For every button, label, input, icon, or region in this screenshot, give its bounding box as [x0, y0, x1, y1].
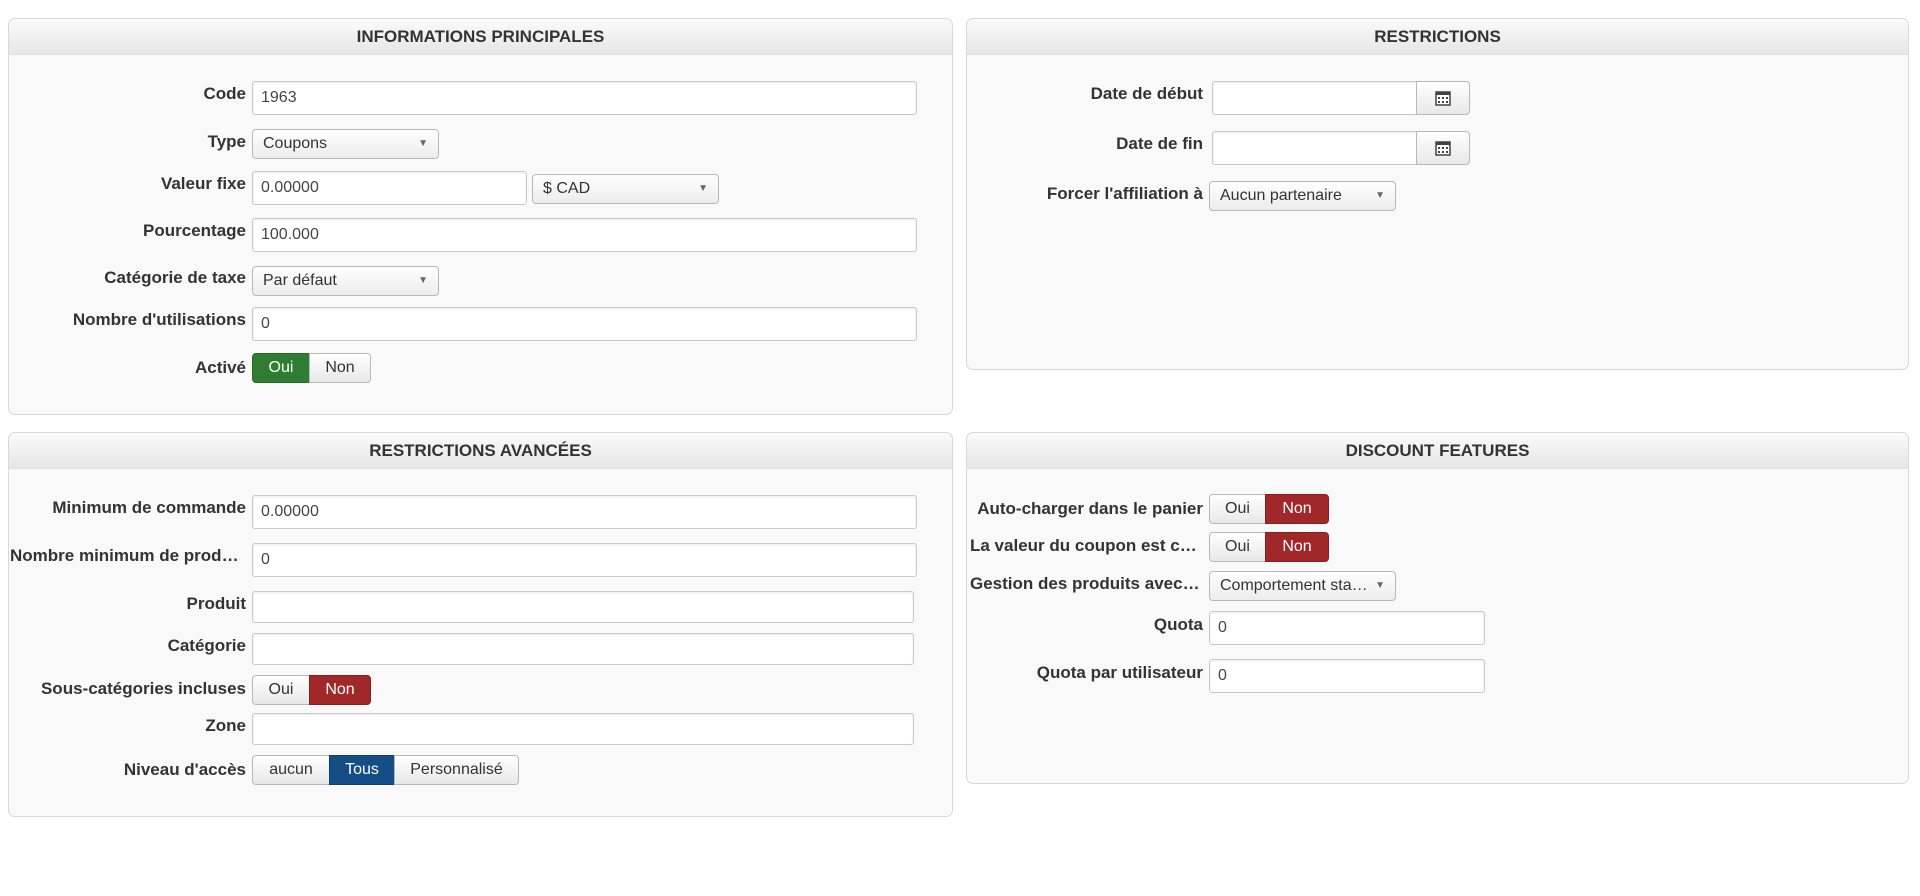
percentage-label: Pourcentage: [143, 221, 246, 240]
tax-category-select[interactable]: Par défaut ▼: [252, 266, 439, 296]
zone-label: Zone: [205, 716, 246, 735]
panel-main-info: INFORMATIONS PRINCIPALES: [8, 18, 953, 415]
category-field[interactable]: [252, 633, 914, 665]
auto-cart-no-button[interactable]: Non: [1265, 494, 1329, 524]
active-no-button[interactable]: Non: [309, 353, 371, 383]
currency-select[interactable]: $ CAD ▼: [532, 174, 719, 204]
coupon-value-label: La valeur du coupon est cumulable: [970, 536, 1203, 555]
calendar-icon: [1435, 141, 1451, 156]
panel-title: RESTRICTIONS: [967, 19, 1908, 55]
product-management-select[interactable]: Comportement standard ▼: [1209, 571, 1396, 601]
quota-per-user-field[interactable]: 0: [1209, 659, 1485, 693]
access-level-none-button[interactable]: aucun: [252, 755, 330, 785]
auto-cart-yes-button[interactable]: Oui: [1209, 494, 1266, 524]
min-products-field[interactable]: 0: [252, 543, 917, 577]
product-management-label: Gestion des produits avec remise: [970, 574, 1203, 593]
product-label: Produit: [186, 594, 247, 613]
type-label: Type: [207, 132, 246, 151]
quota-field[interactable]: 0: [1209, 611, 1485, 645]
coupon-value-no-button[interactable]: Non: [1265, 532, 1329, 562]
start-date-calendar-button[interactable]: [1416, 81, 1470, 115]
code-field[interactable]: 1963: [252, 81, 917, 115]
subcategories-no-button[interactable]: Non: [309, 675, 371, 705]
percentage-field[interactable]: 100.000: [252, 218, 917, 252]
end-date-calendar-button[interactable]: [1416, 131, 1470, 165]
uses-label: Nombre d'utilisations: [72, 310, 246, 329]
start-date-label: Date de début: [1090, 84, 1203, 103]
chevron-down-icon: ▼: [418, 138, 428, 149]
min-products-label: Nombre minimum de produits: [10, 546, 246, 565]
access-level-custom-button[interactable]: Personnalisé: [394, 755, 519, 785]
subcategories-label: Sous-catégories incluses: [40, 679, 246, 698]
start-date-field[interactable]: [1212, 81, 1418, 115]
fixed-value-field[interactable]: 0.00000: [252, 171, 527, 205]
end-date-field[interactable]: [1212, 131, 1418, 165]
affiliation-select[interactable]: Aucun partenaire ▼: [1209, 181, 1396, 211]
type-select[interactable]: Coupons ▼: [252, 129, 439, 159]
min-order-field[interactable]: 0.00000: [252, 495, 917, 529]
calendar-icon: [1435, 91, 1451, 106]
type-select-value: Coupons: [263, 135, 328, 152]
category-label: Catégorie: [167, 636, 246, 655]
quota-label: Quota: [1153, 615, 1203, 634]
chevron-down-icon: ▼: [1375, 190, 1385, 201]
product-management-select-value: Comportement standard: [1220, 577, 1393, 594]
quota-per-user-label: Quota par utilisateur: [1036, 663, 1203, 682]
active-yes-button[interactable]: Oui: [252, 353, 310, 383]
coupon-value-yes-button[interactable]: Oui: [1209, 532, 1266, 562]
end-date-label: Date de fin: [1116, 134, 1203, 153]
zone-field[interactable]: [252, 713, 914, 745]
access-level-all-button[interactable]: Tous: [329, 755, 395, 785]
tax-category-label: Catégorie de taxe: [104, 268, 246, 287]
auto-cart-label: Auto-charger dans le panier: [977, 499, 1203, 518]
chevron-down-icon: ▼: [698, 183, 708, 194]
access-level-label: Niveau d'accès: [123, 760, 246, 779]
active-label: Activé: [194, 358, 246, 377]
chevron-down-icon: ▼: [1375, 580, 1385, 591]
code-label: Code: [203, 84, 247, 103]
subcategories-yes-button[interactable]: Oui: [252, 675, 310, 705]
fixed-value-label: Valeur fixe: [160, 174, 246, 193]
tax-category-select-value: Par défaut: [263, 272, 337, 289]
panel-title: RESTRICTIONS AVANCÉES: [9, 433, 952, 469]
min-order-label: Minimum de commande: [52, 498, 246, 517]
affiliation-select-value: Aucun partenaire: [1220, 187, 1342, 204]
panel-discount-features: DISCOUNT FEATURES: [966, 432, 1909, 784]
currency-select-value: $ CAD: [543, 180, 591, 197]
uses-field[interactable]: 0: [252, 307, 917, 341]
panel-title: DISCOUNT FEATURES: [967, 433, 1908, 469]
product-field[interactable]: [252, 591, 914, 623]
affiliation-label: Forcer l'affiliation à: [1046, 184, 1203, 203]
panel-title: INFORMATIONS PRINCIPALES: [9, 19, 952, 55]
chevron-down-icon: ▼: [418, 275, 428, 286]
